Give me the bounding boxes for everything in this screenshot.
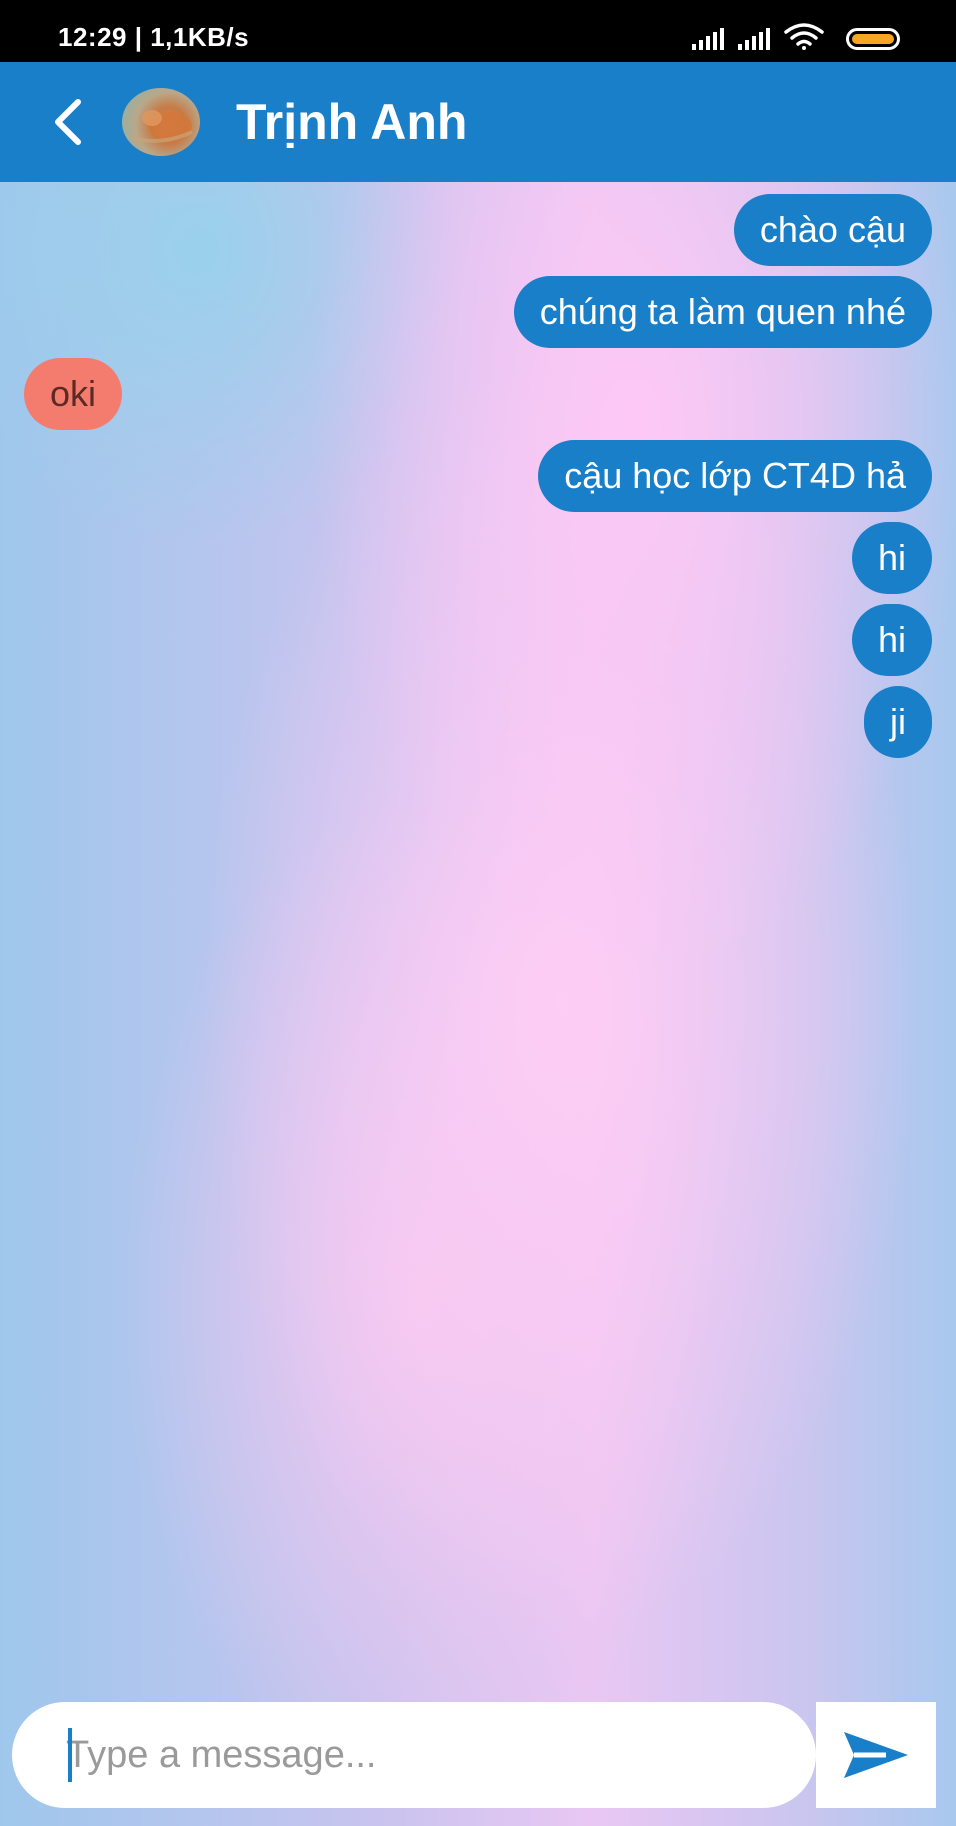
status-time-speed: 12:29 | 1,1KB/s <box>58 22 250 52</box>
back-button[interactable] <box>44 90 94 154</box>
message-composer <box>12 1702 816 1808</box>
contact-name: Trịnh Anh <box>236 94 468 150</box>
sent-message-bubble[interactable]: chúng ta làm quen nhé <box>513 276 932 348</box>
message-row: ji <box>0 686 956 758</box>
chevron-left-icon <box>55 99 81 145</box>
status-icons <box>692 22 900 50</box>
send-icon <box>844 1732 908 1778</box>
send-button[interactable] <box>816 1702 936 1808</box>
contact-avatar[interactable] <box>122 88 200 156</box>
sent-message-bubble[interactable]: cậu học lớp CT4D hả <box>538 440 932 512</box>
sent-message-bubble[interactable]: chào cậu <box>733 194 932 266</box>
wifi-icon <box>784 23 824 50</box>
message-row: chào cậu <box>0 194 956 266</box>
message-row: oki <box>0 358 956 430</box>
chat-background <box>0 0 956 1826</box>
message-row: cậu học lớp CT4D hả <box>0 440 956 512</box>
message-row: hi <box>0 522 956 594</box>
chat-header: Trịnh Anh <box>0 62 956 182</box>
signal-icon-2 <box>738 26 770 50</box>
message-row: chúng ta làm quen nhé <box>0 276 956 348</box>
received-message-bubble[interactable]: oki <box>24 358 123 430</box>
message-row: hi <box>0 604 956 676</box>
signal-icon <box>692 26 724 50</box>
text-cursor <box>68 1728 72 1782</box>
message-input[interactable] <box>56 1720 806 1790</box>
battery-icon <box>846 28 900 50</box>
sent-message-bubble[interactable]: ji <box>864 686 932 758</box>
sent-message-bubble[interactable]: hi <box>851 604 932 676</box>
sent-message-bubble[interactable]: hi <box>851 522 932 594</box>
status-bar: 12:29 | 1,1KB/s <box>0 0 956 62</box>
